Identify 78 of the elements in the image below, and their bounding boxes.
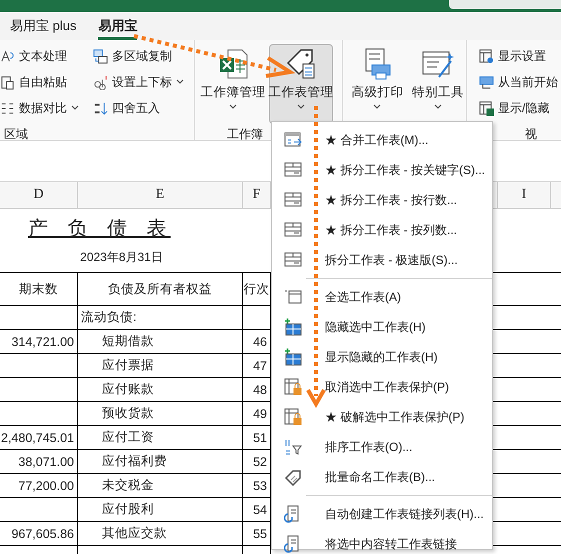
chevron-down-icon — [373, 104, 382, 110]
table-cell: 967,605.86 — [0, 522, 78, 545]
table-cell: 应付股利 — [78, 498, 243, 521]
sheet-title: 产 负 债 表 — [28, 217, 171, 242]
header-cell: 期末数 — [0, 273, 78, 305]
filter-icon — [284, 438, 302, 456]
table-cell: 38,071.00 — [0, 450, 78, 473]
window-icon — [284, 288, 302, 306]
lock-icon — [284, 408, 302, 426]
ribbon-button[interactable]: 多区域复制 — [93, 44, 184, 68]
menu-item[interactable]: 拆分工作表 - 极速版(S)... — [272, 245, 492, 275]
table-cell: 2,480,745.01 — [0, 426, 78, 449]
ribbon-button[interactable]: 高级打印 — [349, 44, 406, 124]
table-cell: 应付工资 — [78, 426, 243, 449]
chevron-down-icon — [297, 104, 305, 110]
menu-item[interactable]: 取消选中工作表保护(P) — [272, 372, 492, 402]
menu-item[interactable]: 全选工作表(A) — [272, 282, 492, 312]
ribbon-button[interactable]: 工作表管理 — [269, 44, 333, 124]
table-icon — [284, 221, 302, 239]
menu-item[interactable]: ★ 合并工作表(M)... — [272, 125, 492, 155]
chevron-down-icon — [434, 104, 442, 110]
menu-item[interactable]: 排序工作表(O)... — [272, 432, 492, 462]
copy-icon — [93, 48, 108, 64]
menu-item[interactable]: 显示隐藏的工作表(H) — [272, 342, 492, 372]
screen-icon — [479, 74, 494, 90]
merge-sheet-icon — [284, 131, 302, 149]
text-icon — [0, 48, 15, 64]
group-label: 工作簿 — [227, 126, 263, 140]
ribbon-button[interactable]: 从当前开始 — [479, 70, 558, 94]
ribbon-button[interactable]: 四舍五入 — [93, 96, 184, 120]
ribbon-button[interactable]: 自由粘贴 — [0, 70, 79, 94]
report-date: 2023年8月31日 — [80, 248, 163, 266]
settings-icon — [479, 48, 494, 64]
column-header[interactable]: D — [0, 182, 78, 208]
menu-item[interactable]: ★ 破解选中工作表保护(P) — [272, 402, 492, 432]
menu-item[interactable]: 隐藏选中工作表(H) — [272, 312, 492, 342]
table-cell: 应付账款 — [78, 378, 243, 401]
grid-add-icon — [284, 348, 302, 366]
ribbon-tab[interactable]: 易用宝 plus — [10, 12, 76, 40]
tag-icon — [284, 468, 302, 486]
header-cell: 负债及所有者权益 — [78, 273, 243, 305]
table-icon — [284, 161, 302, 179]
column-header[interactable]: E — [78, 182, 243, 208]
menu-item[interactable]: 批量命名工作表(B)... — [272, 462, 492, 492]
table-cell: 预收货款 — [78, 402, 243, 425]
ribbon-button[interactable]: 工作簿管理 — [201, 44, 265, 124]
table-cell: 未交税金 — [78, 474, 243, 497]
menu-item[interactable]: ★ 拆分工作表 - 按关键字(S)... — [272, 155, 492, 185]
table-icon — [284, 191, 302, 209]
menu-item[interactable]: ★ 拆分工作表 - 按列数... — [272, 215, 492, 245]
ribbon-button[interactable]: 设置上下标 — [93, 70, 184, 94]
table-icon — [284, 251, 302, 269]
table-cell: 77,200.00 — [0, 474, 78, 497]
table-cell: 其他应交款 — [78, 522, 243, 545]
table-cell: 314,721.00 — [0, 330, 78, 353]
lock-icon — [284, 378, 302, 396]
ribbon-button[interactable]: 显示设置 — [479, 44, 558, 68]
chevron-down-icon — [229, 104, 237, 110]
table-cell: 应付票据 — [78, 354, 243, 377]
round-icon — [93, 100, 108, 116]
menu-item[interactable]: ★ 拆分工作表 - 按行数... — [272, 185, 492, 215]
menu-item[interactable]: 自动创建工作表链接列表(H)... — [272, 499, 492, 529]
spreadsheet-icon — [479, 100, 494, 116]
group-label: 视 — [525, 126, 537, 140]
ribbon-button[interactable]: 显示/隐藏 — [479, 96, 558, 120]
compare-icon — [0, 100, 15, 116]
superscript-icon — [93, 74, 108, 90]
table-cell: 流动负债: — [78, 306, 243, 329]
ribbon-button[interactable]: 特别工具 — [410, 44, 466, 124]
grid-add-icon — [284, 318, 302, 336]
table-cell: 短期借款 — [78, 330, 243, 353]
ribbon-button[interactable]: 文本处理 — [0, 44, 79, 68]
search-field[interactable] — [449, 0, 561, 9]
group-label: 区域 — [4, 126, 28, 140]
table-cell: 应付福利费 — [78, 450, 243, 473]
menu-item[interactable]: 将选中内容转工作表链接 — [272, 529, 492, 554]
ribbon-button[interactable]: 数据对比 — [0, 96, 79, 120]
column-header[interactable]: I — [497, 182, 551, 208]
